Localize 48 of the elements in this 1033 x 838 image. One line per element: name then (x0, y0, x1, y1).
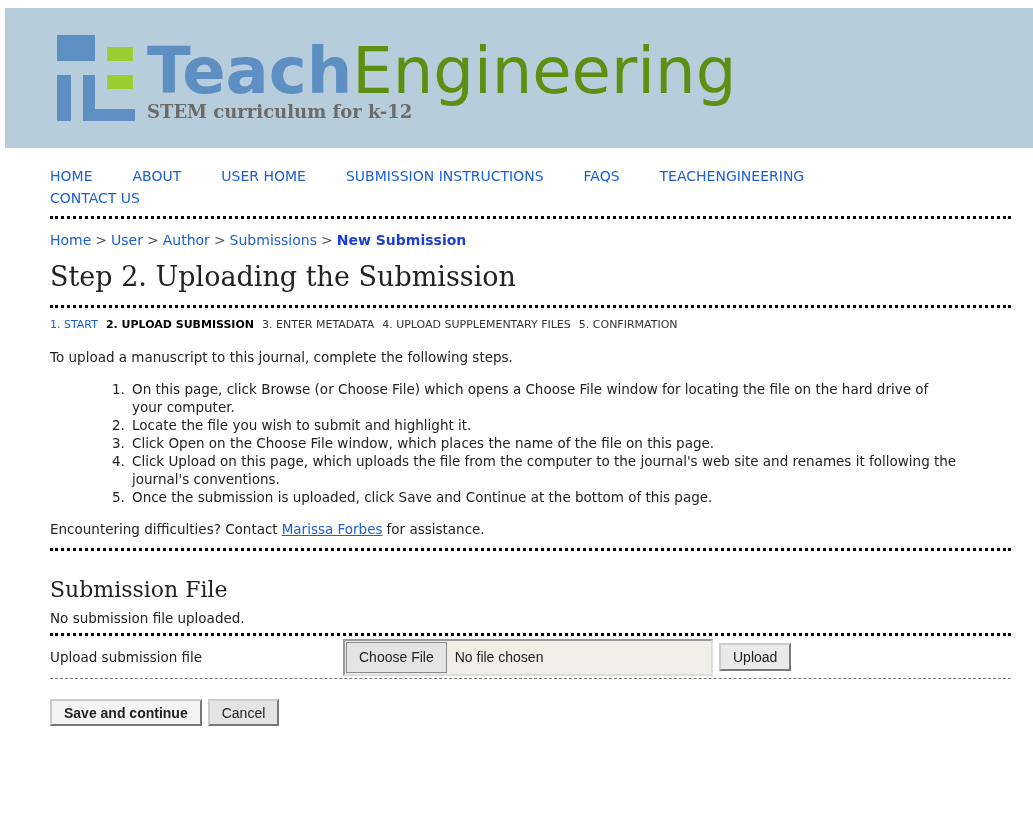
tagline: STEM curriculum for k-12 (147, 103, 413, 121)
breadcrumb-separator: > (147, 231, 159, 249)
step-label: 4. UPLOAD SUPPLEMENTARY FILES (382, 317, 571, 333)
list-number: 2. (112, 416, 126, 434)
breadcrumb-link[interactable]: Home (50, 231, 92, 249)
section-title: Submission File (50, 576, 229, 604)
file-field[interactable]: Choose File No file chosen (343, 638, 713, 676)
breadcrumb-link[interactable]: Submissions (229, 231, 317, 249)
upload-button[interactable]: Upload (719, 643, 792, 671)
choose-file-button[interactable]: Choose File (346, 641, 447, 673)
contact-link[interactable]: Marissa Forbes (281, 520, 383, 538)
file-status: No file chosen (454, 648, 544, 666)
breadcrumb-link[interactable]: User (111, 231, 143, 249)
step-label: 2. UPLOAD SUBMISSION (105, 317, 255, 333)
breadcrumb-separator: > (321, 231, 333, 249)
logo-wordmark: Teach (147, 39, 353, 103)
logo-icon (57, 35, 135, 121)
instruction-text: Once the submission is uploaded, click Save and Continue at the bottom of this page. (132, 488, 713, 506)
status-text: No submission file uploaded. (50, 609, 246, 627)
nav-link[interactable]: FAQS (583, 168, 620, 184)
instruction-text: Locate the file you wish to submit and highlight it. (132, 416, 472, 434)
intro-text: To upload a manuscript to this journal, complete the following steps. (50, 348, 514, 366)
breadcrumb-link[interactable]: Author (162, 231, 210, 249)
nav-link[interactable]: USER HOME (221, 168, 306, 184)
page-title: Step 2. Uploading the Submission (50, 260, 517, 294)
instruction-text: Click Upload on this page, which uploads the file from the computer to the journal's web site and renames it following the journal's conventions. (132, 452, 958, 488)
step-label[interactable]: 1. START (50, 316, 98, 334)
list-number: 5. (112, 488, 126, 506)
nav-link[interactable]: SUBMISSION INSTRUCTIONS (345, 168, 544, 184)
breadcrumb-separator: > (95, 231, 108, 249)
breadcrumb-separator: > (213, 231, 226, 249)
nav-link[interactable]: TEACHENGINEERING (659, 168, 805, 184)
list-number: 1. (112, 380, 126, 399)
breadcrumb-link[interactable]: New Submission (336, 231, 467, 249)
help-text: Encountering difficulties? Contact (50, 520, 278, 538)
step-label: 5. CONFIRMATION (578, 317, 678, 333)
cancel-button[interactable]: Cancel (207, 699, 280, 726)
nav-link[interactable]: ABOUT (132, 168, 182, 184)
save-button[interactable]: Save and continue (50, 699, 202, 726)
instruction-text: Click Open on the Choose File window, which places the name of the file on this page. (132, 434, 715, 452)
help-text: for assistance. (386, 520, 485, 538)
instruction-text: On this page, click Browse (or Choose File) which opens a Choose File window for locating the file on the hard drive of your computer. (132, 380, 930, 416)
nav-link[interactable]: CONTACT US (50, 190, 140, 206)
list-number: 4. (112, 452, 126, 471)
step-label: 3. ENTER METADATA (262, 317, 375, 333)
nav-link[interactable]: HOME (50, 168, 93, 184)
list-number: 3. (112, 434, 126, 452)
field-label: Upload submission file (50, 648, 204, 666)
